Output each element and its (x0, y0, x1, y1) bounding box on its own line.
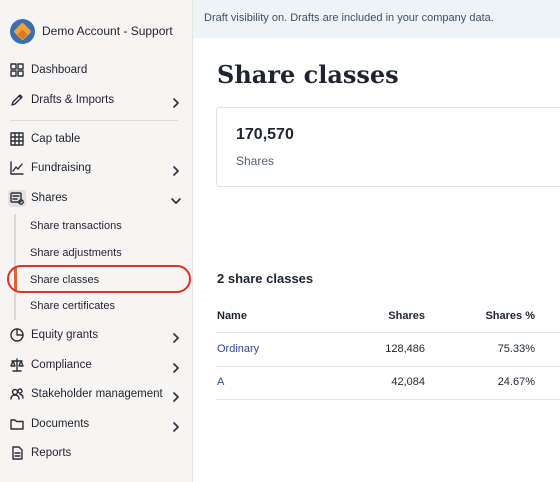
table-divider (216, 366, 560, 367)
account-name: Demo Account - Support (42, 24, 173, 38)
column-header-name[interactable]: Name (217, 310, 247, 322)
highlight-ring (7, 265, 191, 293)
pie-icon (10, 328, 24, 342)
sidebar-item-dashboard[interactable]: Dashboard (0, 58, 193, 82)
sidebar-item-reports[interactable]: Reports (0, 441, 193, 465)
table-divider (216, 399, 560, 400)
sidebar-subitem-share-certificates[interactable]: Share certificates (0, 294, 193, 318)
grid-icon (10, 63, 24, 77)
sidebar-subitem-label: Share transactions (30, 220, 122, 232)
sidebar-item-stakeholder-management[interactable]: Stakeholder management (0, 382, 193, 406)
sidebar-subitem-share-adjustments[interactable]: Share adjustments (0, 241, 193, 265)
sidebar-item-cap-table[interactable]: Cap table (0, 127, 193, 151)
chevron-right-icon (171, 360, 181, 373)
stat-value: 170,570 (236, 126, 294, 143)
folder-icon (10, 417, 24, 431)
sidebar-item-label: Dashboard (31, 64, 88, 76)
document-icon (10, 446, 24, 460)
scales-icon (10, 358, 24, 372)
sidebar-item-documents[interactable]: Documents (0, 412, 193, 436)
sidebar-item-label: Equity grants (31, 329, 99, 341)
chart-icon (10, 161, 24, 175)
account-switcher[interactable]: Demo Account - Support (10, 17, 173, 45)
table-divider (216, 332, 560, 333)
sidebar-subitem-label: Share adjustments (30, 247, 122, 259)
share-class-link[interactable]: Ordinary (217, 343, 259, 355)
share-class-link[interactable]: A (217, 376, 224, 388)
shares-stat-card: 170,570 Shares (216, 107, 560, 187)
chevron-right-icon (171, 95, 181, 108)
table-cell-shares: 128,486 (385, 343, 425, 355)
section-title: 2 share classes (217, 271, 314, 286)
chevron-right-icon (171, 330, 181, 343)
people-icon (10, 387, 24, 401)
table-cell-shares: 42,084 (391, 376, 425, 388)
table-cell-shares-percent: 24.67% (497, 376, 535, 388)
pencil-icon (10, 93, 24, 107)
chevron-right-icon (171, 163, 181, 176)
chevron-right-icon (171, 419, 181, 432)
sidebar-item-equity-grants[interactable]: Equity grants (0, 323, 193, 347)
stat-label: Shares (236, 154, 275, 168)
table-cell-shares-percent: 75.33% (497, 343, 535, 355)
sidebar-subitem-share-transactions[interactable]: Share transactions (0, 214, 193, 238)
shares-icon (10, 191, 24, 205)
sidebar-subitem-label: Share certificates (30, 300, 115, 312)
chevron-right-icon (171, 389, 181, 402)
draft-visibility-banner: Draft visibility on. Drafts are included… (193, 0, 560, 38)
sidebar-item-label: Compliance (31, 359, 92, 371)
column-header-shares[interactable]: Shares (336, 310, 425, 322)
page-title: Share classes (217, 60, 399, 89)
sidebar-item-label: Drafts & Imports (31, 94, 115, 106)
sidebar-item-shares[interactable]: Shares (0, 186, 193, 210)
sidebar-item-label: Documents (31, 418, 90, 430)
sidebar-item-fundraising[interactable]: Fundraising (0, 156, 193, 180)
chevron-down-icon (171, 193, 181, 204)
main-content: Draft visibility on. Drafts are included… (193, 0, 560, 482)
sidebar-item-drafts-imports[interactable]: Drafts & Imports (0, 88, 193, 112)
column-header-shares-percent[interactable]: Shares % (436, 310, 535, 322)
sidebar-item-label: Shares (31, 192, 68, 204)
sidebar-item-label: Cap table (31, 133, 81, 145)
sidebar-item-label: Fundraising (31, 162, 92, 174)
sidebar-item-label: Reports (31, 447, 72, 459)
sidebar-item-label: Stakeholder management (31, 388, 163, 400)
sidebar: Demo Account - Support Dashboard Drafts … (0, 0, 193, 482)
company-logo (10, 18, 35, 44)
table-icon (10, 132, 24, 146)
sidebar-divider (10, 120, 178, 121)
sidebar-item-compliance[interactable]: Compliance (0, 353, 193, 377)
banner-text: Draft visibility on. Drafts are included… (204, 12, 494, 24)
